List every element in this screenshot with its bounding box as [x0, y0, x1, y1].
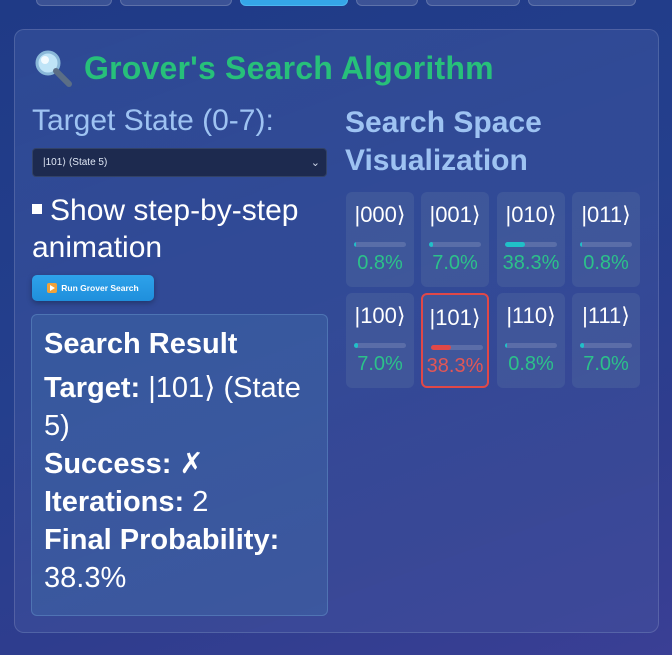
result-iterations-key: Iterations:	[44, 486, 185, 518]
state-ket: |110⟩	[506, 303, 556, 328]
state-probability: 38.3%	[426, 355, 484, 377]
probability-bar	[354, 343, 406, 348]
state-cell: |011⟩ 0.8%	[572, 192, 640, 287]
state-ket: |101⟩	[429, 305, 481, 330]
state-probability: 0.8%	[508, 353, 554, 375]
probability-bar	[505, 343, 557, 348]
result-probability-key: Final Probability:	[44, 524, 280, 556]
state-probability: 7.0%	[583, 353, 629, 375]
state-probability: 38.3%	[502, 252, 560, 274]
search-space-title: Search Space Visualization	[345, 106, 542, 177]
state-probability: 7.0%	[432, 252, 478, 274]
target-state-label: Target State (0-7):	[32, 104, 274, 137]
result-success-key: Success:	[44, 448, 172, 480]
play-icon	[47, 283, 58, 293]
probability-bar	[505, 242, 557, 247]
state-probability: 0.8%	[583, 252, 629, 274]
tab-active[interactable]	[240, 0, 348, 6]
probability-bar	[580, 343, 632, 348]
run-button-label: Run Grover Search	[61, 283, 139, 293]
state-cell: |001⟩ 7.0%	[421, 192, 489, 287]
result-success: Success: ✗	[44, 445, 315, 483]
animation-checkbox-row[interactable]: Show step-by-step animation	[32, 192, 332, 266]
result-probability-value: 38.3%	[44, 562, 127, 594]
target-state-select[interactable]: |101⟩ (State 5) ⌄	[32, 148, 327, 177]
state-ket: |000⟩	[354, 202, 406, 227]
result-iterations: Iterations: 2	[44, 483, 315, 521]
probability-bar	[429, 242, 481, 247]
tab-4[interactable]	[356, 0, 418, 6]
top-tab-bar	[0, 0, 672, 8]
magnifying-glass-icon	[35, 50, 72, 87]
probability-bar	[580, 242, 632, 247]
state-probability: 0.8%	[357, 252, 403, 274]
probability-bar	[431, 345, 483, 350]
run-grover-button[interactable]: Run Grover Search	[32, 275, 154, 301]
target-state-value: |101⟩ (State 5)	[43, 157, 108, 168]
state-ket: |111⟩	[582, 303, 630, 328]
state-ket: |001⟩	[429, 202, 481, 227]
state-probability: 7.0%	[357, 353, 403, 375]
title-text: Grover's Search Algorithm	[84, 49, 494, 86]
search-result-card: Search Result Target: |101⟩ (State 5) Su…	[31, 314, 328, 616]
state-ket: |100⟩	[354, 303, 406, 328]
state-ket: |010⟩	[505, 202, 557, 227]
chevron-down-icon: ⌄	[310, 157, 320, 169]
probability-bar-fill	[580, 343, 584, 348]
tab-5[interactable]	[426, 0, 520, 6]
probability-bar-fill	[431, 345, 451, 350]
state-cell: |100⟩ 7.0%	[346, 293, 414, 388]
result-target: Target: |101⟩ (State 5)	[44, 369, 315, 445]
result-heading: Search Result	[44, 328, 238, 360]
probability-bar-fill	[505, 242, 525, 247]
result-probability: Final Probability: 38.3%	[44, 521, 315, 597]
state-cell: |101⟩ 38.3%	[421, 293, 489, 388]
tab-6[interactable]	[528, 0, 636, 6]
page-title: Grover's Search Algorithm	[32, 44, 494, 92]
probability-bar	[354, 242, 406, 247]
probability-bar-fill	[505, 343, 508, 348]
result-target-key: Target:	[44, 372, 141, 404]
state-cell: |000⟩ 0.8%	[346, 192, 414, 287]
state-cell: |010⟩ 38.3%	[497, 192, 565, 287]
state-cell: |111⟩ 7.0%	[572, 293, 640, 388]
animation-checkbox[interactable]	[32, 204, 42, 215]
tab-2[interactable]	[120, 0, 232, 6]
result-success-value: ✗	[179, 448, 204, 480]
probability-bar-fill	[429, 242, 433, 247]
state-ket: |011⟩	[581, 202, 631, 227]
probability-bar-fill	[580, 242, 583, 247]
result-iterations-value: 2	[192, 486, 209, 518]
animation-label: Show step-by-step animation	[32, 194, 299, 264]
tab-1[interactable]	[36, 0, 112, 6]
probability-bar-fill	[354, 242, 357, 247]
probability-bar-fill	[354, 343, 358, 348]
state-cell: |110⟩ 0.8%	[497, 293, 565, 388]
